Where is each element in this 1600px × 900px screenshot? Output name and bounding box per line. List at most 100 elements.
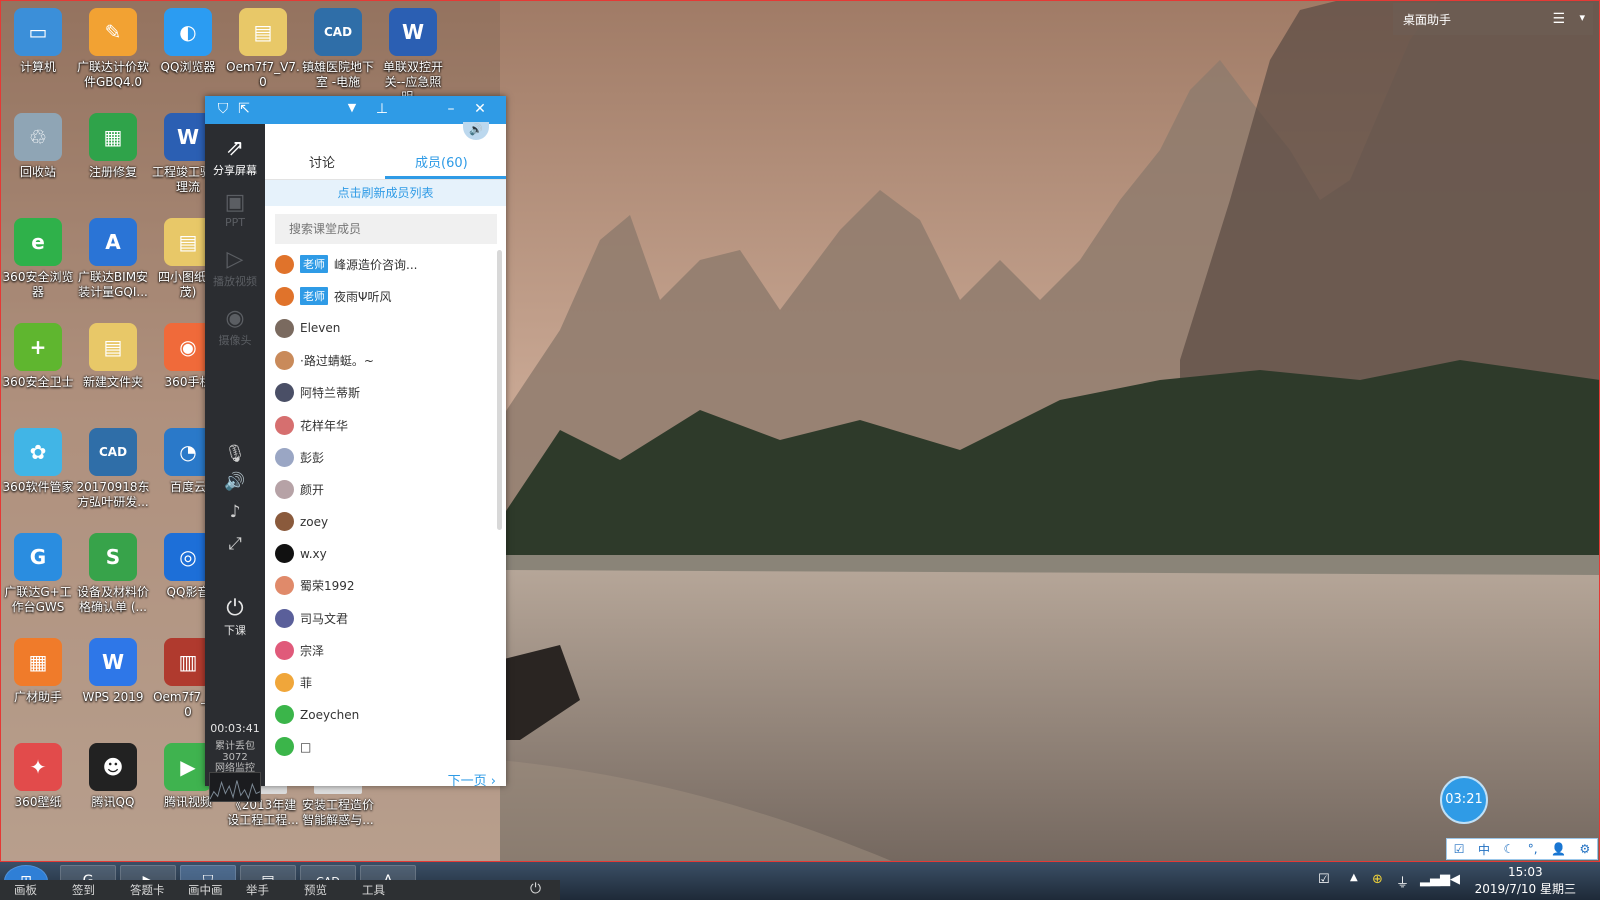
member-name: 峰源造价咨询... — [334, 257, 418, 272]
speaker-icon[interactable]: 🔊 — [463, 122, 489, 140]
microphone-icon[interactable]: 🎙 — [205, 444, 265, 464]
floating-timer-bubble[interactable]: 03:21 — [1440, 776, 1488, 824]
network-monitor[interactable]: 累计丢包 3072 网络监控 — [205, 741, 265, 774]
toolbar-item-picture-in-picture[interactable]: 画中画 — [188, 882, 232, 898]
ime-toolbar[interactable]: ☑ 中 ☾ °, 👤 ⚙ — [1446, 838, 1598, 860]
desktop-icon-sheet[interactable]: S 设备及材料价格确认单 (... — [76, 533, 150, 615]
avatar — [275, 576, 294, 596]
chevron-down-icon[interactable]: ▼ — [343, 101, 361, 114]
end-class-button[interactable]: ⏻ 下课 — [205, 596, 265, 638]
tray-volume-icon[interactable]: ◀ — [1450, 872, 1460, 887]
desktop-icon-computer[interactable]: ▭ 计算机 — [1, 8, 75, 75]
ppt-tool[interactable]: ▣ PPT — [205, 190, 265, 229]
play-video-tool[interactable]: ▷ 播放视频 — [205, 247, 265, 289]
taskbar-clock[interactable]: 15:03 2019/7/10 星期三 — [1475, 864, 1576, 898]
member-row[interactable]: ·路过蜻蜓。~ — [265, 345, 495, 377]
member-name: zoey — [300, 514, 329, 529]
desktop-helper-title: 桌面助手 — [1403, 12, 1452, 27]
member-row[interactable]: 菲 — [265, 666, 495, 698]
tray-network-icon[interactable]: ▂▄▆ — [1420, 872, 1450, 887]
pin-icon[interactable]: ⊥ — [373, 101, 391, 117]
menu-icon[interactable]: ☰ — [1552, 11, 1565, 27]
tray-360-icon[interactable]: ⊕ — [1372, 872, 1383, 887]
ime-user-icon[interactable]: 👤 — [1551, 842, 1566, 856]
avatar — [275, 544, 294, 564]
ime-chinese-mode[interactable]: 中 — [1478, 841, 1490, 858]
desktop-icon-360-software[interactable]: ✿ 360软件管家 — [1, 428, 75, 495]
refresh-member-list-button[interactable]: 点击刷新成员列表 — [265, 180, 506, 206]
member-row[interactable]: 花样年华 — [265, 409, 495, 441]
ime-checkbox-icon[interactable]: ☑ — [1454, 842, 1465, 856]
member-name: 花样年华 — [300, 418, 349, 433]
desktop-icon-gbq[interactable]: ✎ 广联达计价软件GBQ4.0 — [76, 8, 150, 90]
member-row[interactable]: 宗泽 — [265, 634, 495, 666]
desktop-icon-new-folder[interactable]: ▤ 新建文件夹 — [76, 323, 150, 390]
member-row[interactable]: w.xy — [265, 538, 495, 570]
fullscreen-icon[interactable]: ⤢ — [205, 534, 265, 554]
desktop-icon-material-helper[interactable]: ▦ 广材助手 — [1, 638, 75, 705]
desktop-icon-wps[interactable]: W WPS 2019 — [76, 638, 150, 705]
avatar — [275, 351, 294, 371]
desktop-icon-oem-folder[interactable]: ▤ Oem7f7_V7.0 — [226, 8, 300, 90]
shield-icon[interactable]: ⛉ — [214, 101, 232, 117]
member-row[interactable]: 彭彭 — [265, 441, 495, 473]
close-icon[interactable]: ✕ — [471, 101, 489, 117]
member-row[interactable]: □ — [265, 731, 495, 763]
toolbar-item-preview[interactable]: 预览 — [304, 882, 348, 898]
member-row[interactable]: 颜开 — [265, 473, 495, 505]
toolbar-item-whiteboard[interactable]: 画板 — [14, 882, 58, 898]
member-name: Zoeychen — [300, 707, 360, 722]
chevron-down-icon[interactable]: ▾ — [1579, 11, 1585, 24]
member-row[interactable]: zoey — [265, 506, 495, 538]
desktop-icon-word-doc[interactable]: W单联双控开关--应急照明... — [376, 8, 450, 105]
share-screen-tool[interactable]: ⇗ 分享屏幕 — [205, 136, 265, 178]
member-row[interactable]: 蜀荣1992 — [265, 570, 495, 602]
ime-settings-icon[interactable]: ⚙ — [1579, 842, 1590, 856]
toolbar-item-answer-card[interactable]: 答题卡 — [130, 882, 174, 898]
member-row[interactable]: 阿特兰蒂斯 — [265, 377, 495, 409]
member-search-input[interactable] — [275, 214, 497, 244]
desktop-icon-360-wallpaper[interactable]: ✦ 360壁纸 — [1, 743, 75, 810]
desktop-icon-qq-browser[interactable]: ◐ QQ浏览器 — [151, 8, 225, 75]
desktop-icon-tencent-qq[interactable]: ☻ 腾讯QQ — [76, 743, 150, 810]
camera-tool[interactable]: ◉ 摄像头 — [205, 306, 265, 348]
speaker-icon[interactable]: 🔊 — [205, 472, 265, 492]
ime-punctuation-icon[interactable]: °, — [1528, 842, 1538, 856]
desktop-icon-gws[interactable]: G 广联达G+工作台GWS — [1, 533, 75, 615]
member-row[interactable]: 老师 峰源造价咨询... — [265, 248, 495, 280]
folder-icon: ▤ — [89, 323, 137, 371]
desktop-icon-gqi[interactable]: A 广联达BIM安装计量GQI... — [76, 218, 150, 300]
avatar — [275, 479, 294, 499]
desktop-helper-bar[interactable]: 桌面助手 ☰ ▾ — [1393, 3, 1593, 35]
desktop-icon-cad-file-2[interactable]: CAD 20170918东方弘叶研发... — [76, 428, 150, 510]
desktop-icon-360-guard[interactable]: +360安全卫士 — [1, 323, 75, 390]
tray-chevron-up-icon[interactable]: ▲ — [1350, 872, 1358, 883]
desktop-icon-360-browser[interactable]: e 360安全浏览器 — [1, 218, 75, 300]
member-row[interactable]: 老师 夜雨Ψ听风 — [265, 280, 495, 312]
member-row[interactable]: Zoeychen — [265, 699, 495, 731]
panel-titlebar[interactable]: ⛉ ⇱ ▼ ⊥ – ✕ — [205, 96, 506, 124]
folder-icon: ▤ — [239, 8, 287, 56]
power-icon[interactable]: ⏻ — [530, 881, 541, 897]
desktop-icon-cad-file[interactable]: CAD 镇雄医院地下室 -电施 — [301, 8, 375, 90]
desktop-icon-reg-repair[interactable]: ▦ 注册修复 — [76, 113, 150, 180]
toolbar-item-signin[interactable]: 签到 — [72, 882, 116, 898]
next-page-link[interactable]: 下一页 › — [448, 770, 496, 789]
classroom-bottom-toolbar: 画板 签到 答题卡 画中画 举手 预览 工具 ⏻ — [0, 880, 560, 900]
toolbar-item-raise-hand[interactable]: 举手 — [246, 882, 290, 898]
desktop-icon-doc-install[interactable]: 安装工程造价智能解惑与... — [301, 780, 375, 828]
minimize-icon[interactable]: – — [442, 101, 460, 117]
ime-moon-icon[interactable]: ☾ — [1503, 842, 1514, 856]
music-icon[interactable]: ♪ — [205, 502, 265, 522]
toolbar-item-tools[interactable]: 工具 — [362, 882, 406, 898]
member-row[interactable]: Eleven — [265, 312, 495, 344]
share-icon[interactable]: ⇱ — [235, 101, 253, 117]
member-list-scrollbar[interactable] — [497, 250, 502, 530]
member-name: 阿特兰蒂斯 — [300, 386, 361, 401]
member-row[interactable]: 司马文君 — [265, 602, 495, 634]
desktop-icon-recycle-bin[interactable]: ♲ 回收站 — [1, 113, 75, 180]
tray-checkbox-icon[interactable]: ☑ — [1318, 872, 1330, 887]
tab-members[interactable]: 成员(60) — [415, 152, 468, 171]
tab-discussion[interactable]: 讨论 — [309, 152, 335, 171]
tray-plug-icon[interactable]: ⏚ — [1396, 872, 1409, 891]
